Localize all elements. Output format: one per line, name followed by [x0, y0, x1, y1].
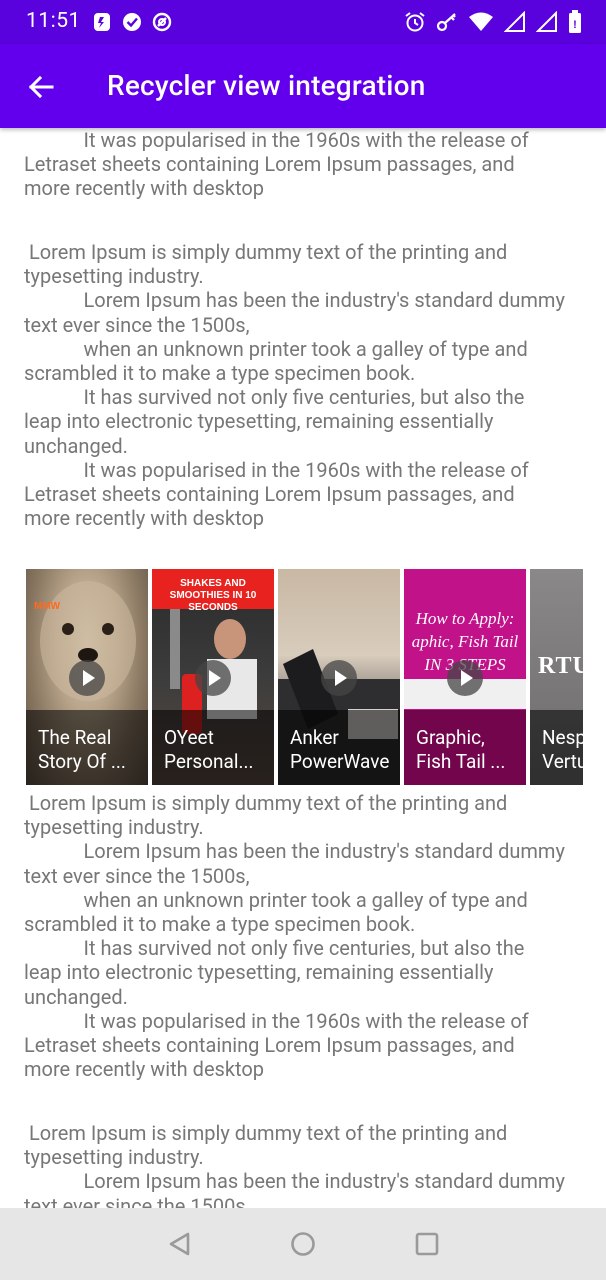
play-button[interactable]: [321, 660, 357, 696]
lorem-text-block: Lorem Ipsum is simply dummy text of the …: [24, 240, 565, 531]
status-bar: 11:51 !: [0, 0, 606, 44]
video-carousel[interactable]: MMW The Real Story Of ... SHAKES AND SMO…: [26, 569, 583, 785]
video-card[interactable]: SHAKES AND SMOOTHIES IN 10 SECONDS OYeet…: [152, 569, 274, 785]
thumbnail-overlay-text: RTU: [538, 653, 583, 679]
recycler-list[interactable]: It was popularised in the 1960s with the…: [0, 128, 606, 1208]
video-card[interactable]: Anker PowerWave...: [278, 569, 400, 785]
alarm-icon: [404, 11, 426, 37]
lorem-text-block: Lorem Ipsum is simply dummy text of the …: [24, 791, 565, 1082]
video-card[interactable]: RTU Nespresso Vertuo: [530, 569, 583, 785]
play-icon: [83, 670, 95, 686]
status-system-icons: !: [404, 10, 582, 38]
check-circle-icon: [122, 12, 142, 36]
nav-back-button[interactable]: [166, 1230, 194, 1262]
notification-app-icon: [92, 12, 112, 36]
video-title: Anker PowerWave...: [290, 726, 390, 773]
play-button[interactable]: [69, 660, 105, 696]
play-icon: [209, 670, 221, 686]
signal-icon: [535, 10, 558, 37]
app-bar: Recycler view integration: [0, 44, 606, 128]
video-title: The Real Story Of ...: [38, 726, 126, 773]
arrow-left-icon: [28, 75, 54, 99]
nav-recents-button[interactable]: [413, 1230, 441, 1262]
home-circle-icon: [291, 1232, 315, 1256]
system-nav-bar: [0, 1208, 606, 1280]
play-button[interactable]: [195, 660, 231, 696]
video-card[interactable]: MMW The Real Story Of ...: [26, 569, 148, 785]
status-time: 11:51: [26, 9, 81, 33]
video-title: Graphic, Fish Tail ...: [416, 726, 506, 773]
signal-icon: [503, 10, 526, 37]
play-button[interactable]: [447, 660, 483, 696]
play-icon: [335, 670, 347, 686]
back-triangle-icon: [169, 1232, 190, 1256]
battery-icon: !: [568, 10, 582, 38]
play-icon: [461, 670, 473, 686]
video-card[interactable]: How to Apply: aphic, Fish Tail IN 3 STEP…: [404, 569, 526, 785]
video-title: Nespresso Vertuo: [542, 726, 583, 773]
video-title: OYeet Personal...: [164, 726, 254, 773]
wifi-icon: [468, 11, 494, 37]
at-icon: [152, 12, 172, 36]
back-button[interactable]: [26, 72, 56, 102]
svg-text:MMW: MMW: [34, 601, 61, 612]
status-notification-icons: [92, 12, 172, 36]
nav-home-button[interactable]: [289, 1230, 317, 1262]
recents-square-icon: [415, 1232, 439, 1256]
lorem-text-block: Lorem Ipsum is simply dummy text of the …: [24, 1121, 565, 1208]
svg-text:!: !: [573, 19, 577, 31]
page-title: Recycler view integration: [107, 69, 426, 102]
lorem-text-block: It was popularised in the 1960s with the…: [24, 128, 529, 201]
key-icon: [436, 11, 458, 37]
